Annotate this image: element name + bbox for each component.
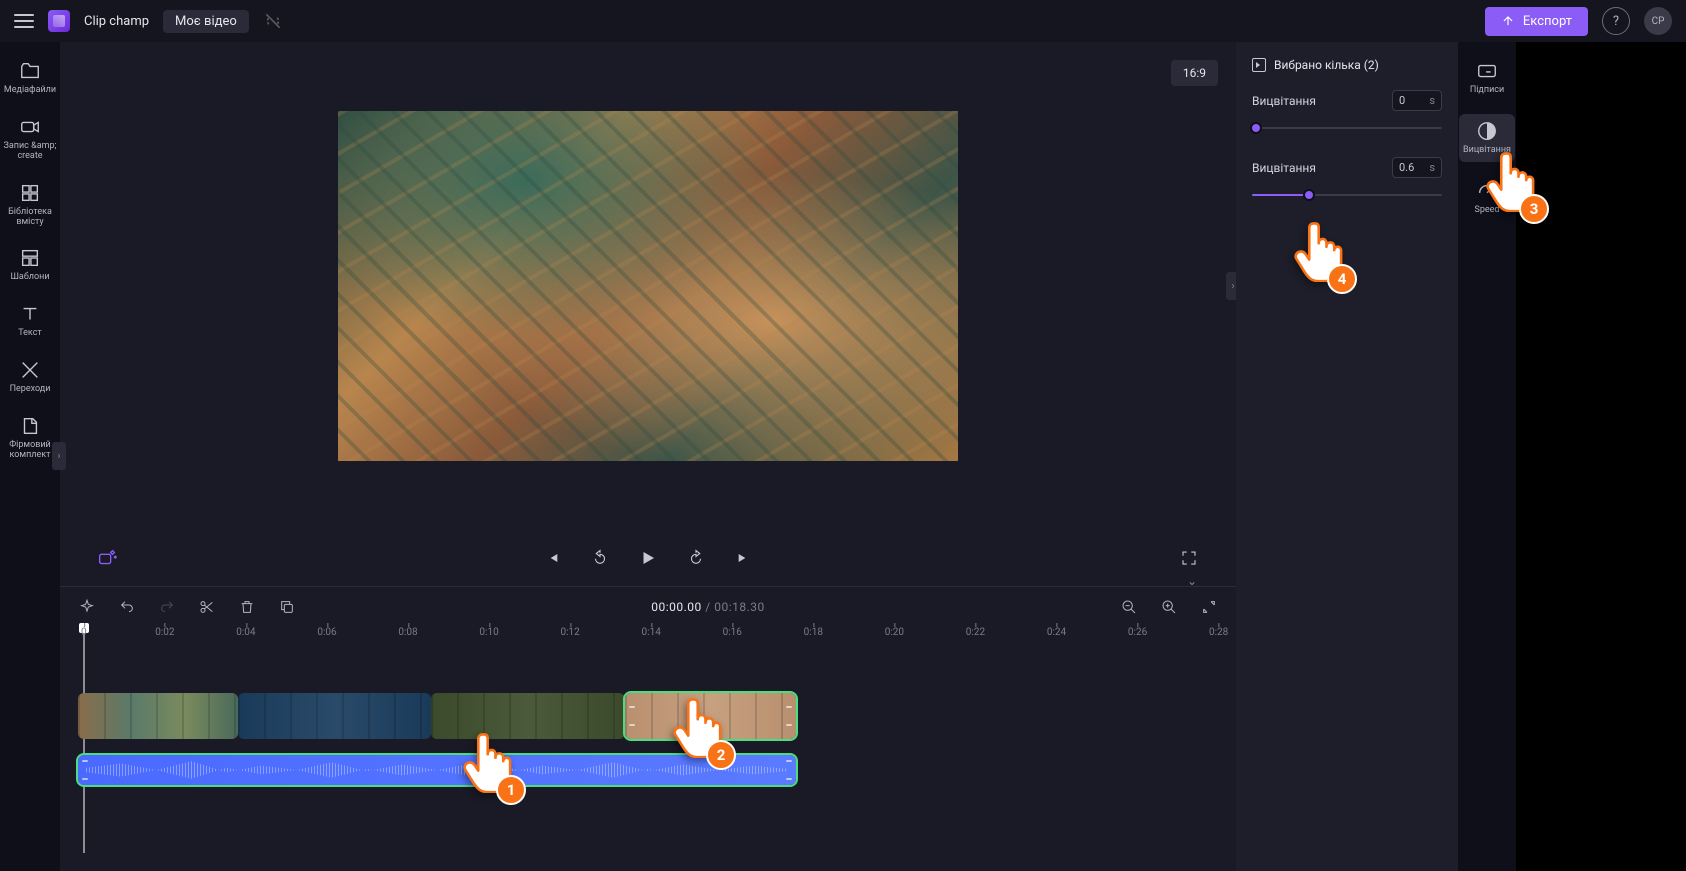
fade-in-label: Вицвітання [1252,94,1316,108]
duplicate-button[interactable] [278,598,296,616]
tutorial-pointer-4: 4 [1291,220,1343,286]
tab-speed[interactable]: Speed [1459,174,1515,222]
skip-start-button[interactable] [541,547,563,569]
fade-out-slider[interactable] [1252,188,1442,202]
timeline-timecode: 00:00.00 / 00:18.30 [651,600,765,614]
audio-track[interactable] [78,747,1218,787]
slider-thumb[interactable] [1250,122,1262,134]
sidebar-item-library[interactable]: Бібліотека вмісту [2,176,58,234]
total-time: 00:18.30 [714,600,765,614]
sidebar-item-media[interactable]: Медіафайли [2,54,58,102]
clip-trim-left[interactable] [82,760,88,780]
preview-area: 16:9 › [60,42,1236,530]
fade-out-label: Вицвітання [1252,161,1316,175]
player-controls: ⌄ [60,530,1236,586]
aspect-ratio-button[interactable]: 16:9 [1171,60,1218,86]
timeline-ruler[interactable]: 0 0:02 0:04 0:06 0:08 0:10 0:12 0:14 0:1… [78,627,1236,651]
redo-button[interactable] [158,598,176,616]
sidebar-item-templates[interactable]: Шаблони [2,241,58,289]
split-button[interactable] [198,598,216,616]
timeline-toolbar: 00:00.00 / 00:18.30 [60,587,1236,627]
text-icon [19,303,41,325]
camera-icon [19,116,41,138]
video-track[interactable] [78,691,1218,741]
fade-out-input[interactable]: 0.6 s [1392,157,1442,178]
sync-status-icon [263,11,283,31]
captions-icon [1476,60,1498,82]
export-label: Експорт [1523,14,1572,29]
audio-clip-selected[interactable] [78,755,796,785]
transitions-icon [19,359,41,381]
video-chip-icon [1252,58,1266,72]
undo-button[interactable] [118,598,136,616]
sidebar-item-transitions[interactable]: Переходи [2,353,58,401]
tab-captions[interactable]: Підписи [1459,54,1515,102]
folder-icon [19,60,41,82]
tab-fade[interactable]: Вицвітання [1459,114,1515,162]
selection-indicator: Вибрано кілька (2) [1252,58,1442,72]
right-sidebar: Підписи Вицвітання Speed 3 [1458,42,1516,871]
properties-panel: Вибрано кілька (2) Вицвітання 0 s [1236,42,1458,871]
brandkit-icon [19,415,41,437]
slider-thumb[interactable] [1303,189,1315,201]
rewind-button[interactable] [589,547,611,569]
upload-icon [1501,14,1515,28]
auto-compose-button[interactable] [78,598,96,616]
fade-in-group: Вицвітання 0 s [1252,90,1442,135]
templates-icon [19,247,41,269]
library-icon [19,182,41,204]
clip-trim-right[interactable] [786,760,792,780]
zoom-fit-button[interactable] [1200,598,1218,616]
app-header: Clip champ Моє відео Експорт ? CP [0,0,1686,42]
export-button[interactable]: Експорт [1485,7,1588,36]
timeline-collapse-button[interactable]: ⌄ [1178,574,1206,588]
video-preview[interactable] [338,111,958,461]
fade-icon [1476,120,1498,142]
play-button[interactable] [637,547,659,569]
zoom-in-button[interactable] [1160,598,1178,616]
fullscreen-button[interactable] [1178,547,1200,569]
fade-out-group: Вицвітання 0.6 s [1252,157,1442,202]
zoom-out-button[interactable] [1120,598,1138,616]
forward-button[interactable] [685,547,707,569]
fade-in-input[interactable]: 0 s [1392,90,1442,111]
video-clip-1[interactable] [78,693,238,739]
video-clip-2[interactable] [238,693,432,739]
fade-in-slider[interactable] [1252,121,1442,135]
video-clip-3[interactable] [431,693,625,739]
skip-end-button[interactable] [733,547,755,569]
speed-icon [1476,180,1498,202]
app-name: Clip champ [84,14,149,29]
sidebar-item-record[interactable]: Запис &amp; create [2,110,58,168]
timeline: 00:00.00 / 00:18.30 0 0:02 0:04 0:06 0:0… [60,586,1236,871]
project-title[interactable]: Моє відео [163,10,249,33]
menu-button[interactable] [14,14,34,28]
delete-button[interactable] [238,598,256,616]
help-button[interactable]: ? [1602,7,1630,35]
blank-area [1516,42,1686,871]
left-sidebar: Медіафайли Запис &amp; create Бібліотека… [0,42,60,871]
clip-trim-left[interactable] [629,706,635,726]
user-avatar[interactable]: CP [1644,7,1672,35]
magic-tools-button[interactable] [96,547,118,569]
sidebar-item-brandkit[interactable]: Фірмовий комплект [2,409,58,467]
video-clip-4-selected[interactable] [625,693,796,739]
sidebar-item-text[interactable]: Текст [2,297,58,345]
current-time: 00:00.00 [651,600,702,614]
clip-trim-right[interactable] [786,706,792,726]
app-logo-icon [48,10,70,32]
